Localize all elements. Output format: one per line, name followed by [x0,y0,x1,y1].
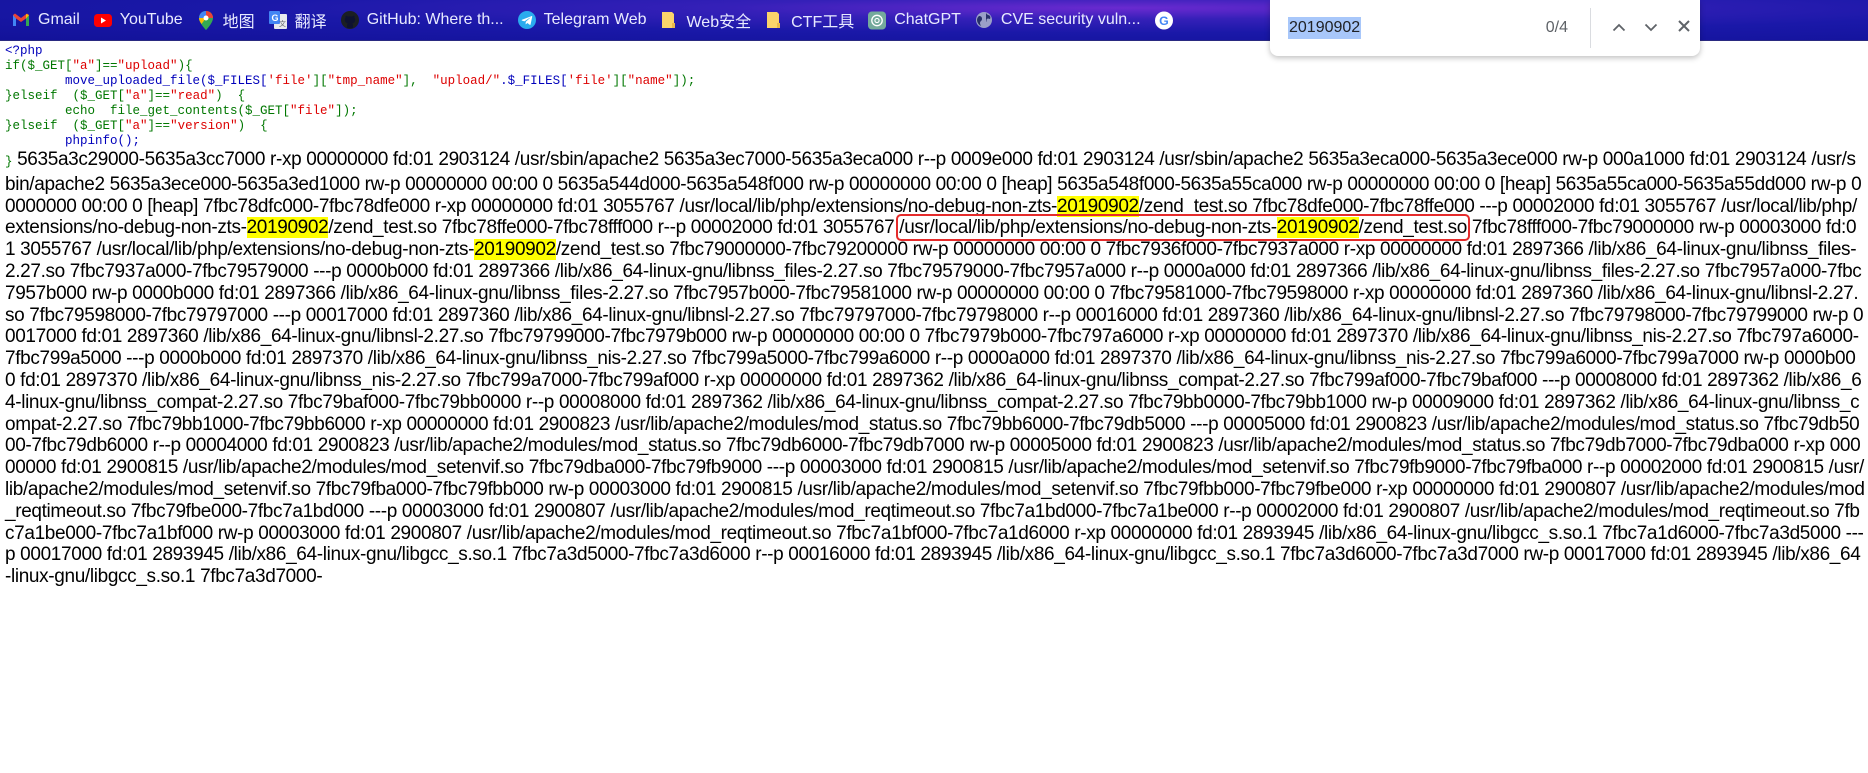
code-token: "read" [170,89,216,103]
gmail-icon [12,11,30,29]
page-content: <?php if($_GET["a"]=="upload"){ move_upl… [5,44,1865,588]
svg-text:G: G [271,13,278,23]
youtube-icon [93,11,112,29]
code-token: ]== [95,59,118,73]
bookmark-label: Web安全 [686,14,752,31]
find-query-selected-text[interactable]: 20190902 [1288,17,1362,39]
bookmark-chatgpt[interactable]: ChatGPT [864,6,971,34]
chevron-up-icon [1612,19,1626,37]
code-token: .$_FILES[ [500,74,568,88]
php-source-code: <?php if($_GET["a"]=="upload"){ move_upl… [5,44,1865,149]
maps-text: /usr/local/lib/php/extensions/no-debug-n… [899,217,1277,239]
bookmark-label: CTF工具 [791,14,855,31]
find-highlight: 20190902 [474,239,556,261]
annotated-extension-path: /usr/local/lib/php/extensions/no-debug-n… [896,214,1470,242]
code-token: 'file' [267,74,313,88]
code-token: "a" [125,89,148,103]
bookmark-label: CVE security vuln... [1000,11,1141,28]
folder-icon [765,11,783,29]
bookmark-label: 地图 [222,14,255,31]
bookmark-folder-ctf-tools[interactable]: CTF工具 [761,6,864,34]
code-token: ][ [612,74,628,88]
code-token: "a" [72,59,96,73]
code-token: "version" [170,119,238,133]
find-highlight: 20190902 [1057,195,1139,217]
code-token: ][ [312,74,328,88]
code-token: ]== [147,119,171,133]
maps-text: /zend_test.so 7fbc78ffe000-7fbc78fff000 … [328,217,900,239]
find-match-count: 0/4 [1545,19,1568,36]
code-token: }elseif ($_GET[ [5,119,126,133]
translate-icon: G文 [268,11,287,29]
find-previous-button[interactable] [1603,11,1635,45]
svg-text:G: G [1159,13,1169,27]
code-token: }elseif ($_GET[ [5,89,126,103]
code-token: ], [402,74,433,88]
code-token: "name" [627,74,673,88]
bookmark-label: Gmail [38,11,80,28]
chatgpt-icon [868,11,887,29]
code-token: if($_GET[ [5,59,73,73]
code-token: 'file' [567,74,613,88]
bookmark-maps[interactable]: 地图 [193,6,265,34]
maps-text: /zend_test.so 7fbc79000000-7fbc79200000 … [5,239,1865,588]
code-token: ){ [177,59,193,73]
code-token: ]== [147,89,171,103]
folder-icon [660,11,678,29]
bookmark-telegram[interactable]: Telegram Web [514,6,657,34]
code-token: phpinfo(); [5,134,141,148]
code-token: "upload/" [432,74,501,88]
code-token: ) { [237,119,268,133]
bookmark-gmail[interactable]: Gmail [8,6,90,34]
php-open-tag: <?php [5,44,43,58]
bookmark-label: ChatGPT [894,11,961,28]
bookmark-github[interactable]: GitHub: Where th... [337,6,514,34]
bookmark-label: GitHub: Where th... [366,11,504,28]
memory-maps-output: } 5635a3c29000-5635a3cc7000 r-xp 0000000… [5,149,1865,588]
github-icon [340,11,359,29]
bookmark-youtube[interactable]: YouTube [90,6,193,34]
bookmark-label: YouTube [119,11,183,28]
telegram-icon [517,11,536,29]
code-token: "upload" [117,59,178,73]
code-token: ]); [672,74,696,88]
maps-icon [197,10,215,30]
code-token: "a" [125,119,148,133]
find-in-page-bar: 20190902 0/4 [1270,0,1700,56]
bookmark-label: 翻译 [294,14,327,31]
code-token: ) { [215,89,246,103]
maps-text: /zend_test.so [1358,217,1468,239]
code-token: ]); [335,104,358,118]
find-highlight: 20190902 [246,217,329,239]
code-token: echo file_get_contents($_GET[ [5,104,291,118]
code-token: move_uploaded_file($_FILES[ [5,74,268,88]
find-bar-divider [1589,8,1591,48]
find-input[interactable]: 20190902 [1288,17,1507,39]
globe-icon [975,11,993,29]
svg-text:文: 文 [279,19,286,28]
code-token: "tmp_name" [327,74,403,88]
google-icon: G [1154,11,1173,29]
bookmark-google[interactable]: G [1151,6,1191,34]
find-highlight: 20190902 [1276,217,1359,239]
chevron-down-icon [1644,19,1658,37]
code-token: "file" [290,104,336,118]
find-next-button[interactable] [1635,11,1667,45]
bookmark-cve[interactable]: CVE security vuln... [971,6,1151,34]
bookmark-label: Telegram Web [543,11,647,28]
find-close-button[interactable] [1668,11,1700,45]
bookmark-folder-web-security[interactable]: Web安全 [656,6,761,34]
bookmark-translate[interactable]: G文 翻译 [265,6,337,34]
close-icon [1677,19,1691,38]
